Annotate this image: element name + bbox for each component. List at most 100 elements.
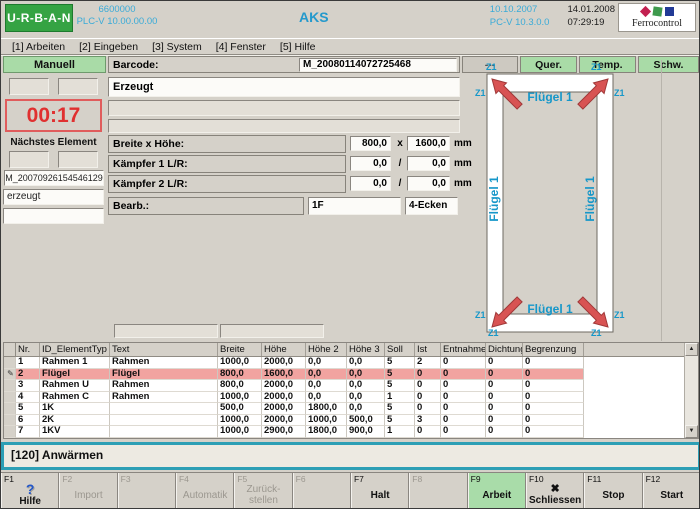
menu-item-2[interactable]: [2] Eingeben [72,41,145,53]
function-key-f7[interactable]: F7Halt [351,473,409,509]
fkey-label: Zurück- stellen [247,484,281,506]
bearbeitung-mode[interactable]: 4-Ecken [405,197,458,215]
blue-square-icon [665,7,674,16]
cell: 0 [486,369,523,381]
column-header: Breite [218,343,262,356]
cell: 0 [441,438,486,440]
cell: 7 [16,426,40,438]
zone-label-top-right: Z1 [591,62,602,72]
info-row-1 [108,100,460,116]
cell: 0,0 [347,369,385,381]
cell: 6 [16,415,40,427]
table-row-2[interactable]: ✎2FlügelFlügel800,01600,00,00,050000 [4,369,698,381]
cell: 0 [523,369,584,381]
mode-button[interactable]: Manuell [3,56,106,73]
cell: 1800,0 [306,403,347,415]
table-scrollbar[interactable]: ▲ ▼ [684,343,698,438]
cell: 0,0 [347,380,385,392]
function-key-f12[interactable]: F12Start [643,473,700,509]
bottom-box-2 [220,324,324,338]
table-row-4[interactable]: 4Rahmen CRahmen1000,02000,00,00,010000 [4,392,698,404]
row-selector [4,357,16,369]
field-value-1[interactable]: 0,0 [350,156,391,171]
cell: 1 [385,426,415,438]
menu-item-4[interactable]: [4] Fenster [209,41,273,53]
function-key-f1[interactable]: F1?Hilfe [1,473,59,509]
cell: 2 [415,357,441,369]
cell: 0 [523,380,584,392]
bearbeitung-type[interactable]: 1F [308,197,401,215]
status-bar: [120] Anwärmen [1,442,700,470]
menu-item-5[interactable]: [5] Hilfe [273,41,323,53]
scroll-down-icon[interactable]: ▼ [685,425,698,438]
cell: 3 [16,380,40,392]
function-key-f11[interactable]: F11Stop [584,473,642,509]
zone-label-bottom-left: Z1 [488,328,499,338]
cell: 0 [486,392,523,404]
fkey-number: F3 [121,474,131,484]
bearbeitung-label: Bearb.: [108,197,304,215]
fkey-number: F8 [412,474,422,484]
field-value-2[interactable]: 1600,0 [407,136,450,151]
cell: 0 [441,357,486,369]
column-header: Höhe 2 [306,343,347,356]
scroll-up-icon[interactable]: ▲ [685,343,698,356]
function-key-f3: F3 [118,473,176,509]
cell [110,415,218,427]
cell: 900,0 [347,426,385,438]
function-key-f4[interactable]: F4Automatik [176,473,234,509]
green-square-icon [652,6,662,16]
detail-row-1: Breite x Höhe:800,0x1600,0mm [108,135,478,153]
fkey-number: F9 [471,474,481,484]
table-row-7[interactable]: 71KV1000,02900,01800,0900,010000 [4,426,698,438]
pc-version: PC-V 10.3.0.0 [490,17,550,28]
sash-label-right: Flügel 1 [583,159,597,239]
sash-label-left: Flügel 1 [487,159,501,239]
menu-item-1[interactable]: [1] Arbeiten [5,41,72,53]
row-selector [4,415,16,427]
cell: 0,0 [306,392,347,404]
table-row-6[interactable]: 62K1000,02000,01000,0500,053000 [4,415,698,427]
fkey-label: Hilfe [19,496,41,507]
machine-number: 6600000 [75,4,159,16]
cell: 0 [523,357,584,369]
barcode-value[interactable]: M_20080114072725468 [299,58,457,72]
table-row-1[interactable]: 1Rahmen 1Rahmen1000,02000,00,00,052000 [4,357,698,369]
cell: 800,0 [306,438,347,440]
cell: 400,0 [347,438,385,440]
function-key-f5[interactable]: F5Zurück- stellen [234,473,292,509]
function-key-f10[interactable]: F10✖Schliessen [526,473,584,509]
fkey-number: F11 [587,474,601,484]
table-row-3[interactable]: 3Rahmen URahmen800,02000,00,00,050000 [4,380,698,392]
cell: Flügel [110,369,218,381]
column-header: Dichtung [486,343,523,356]
help-icon: ? [26,483,35,496]
cell: Rahmen [110,380,218,392]
vendor-name: Ferrocontrol [619,17,695,30]
table-row-5[interactable]: 51K500,02000,01800,00,050000 [4,403,698,415]
column-header: Text [110,343,218,356]
cell: 0 [486,426,523,438]
table-row-8[interactable]: 82KV800,02200,0800,0400,051000 [4,438,698,440]
field-label: Kämpfer 1 L/R: [108,155,346,173]
cell: 2200,0 [262,438,306,440]
cell: 1KV [40,426,110,438]
barcode-label: Barcode: [113,59,159,71]
status-message: [120] Anwärmen [4,445,698,466]
menu-bar: [1] Arbeiten[2] Eingeben[3] System[4] Fe… [1,38,699,55]
next-element-id[interactable]: M_20070926154546129 [4,170,104,186]
cell: 800,0 [218,369,262,381]
field-value-2[interactable]: 0,0 [407,156,450,171]
aks-application-window: U-R-B-A-N 6600000 PLC-V 10.00.00.00 AKS … [0,0,700,509]
function-key-f6: F6 [293,473,351,509]
function-key-f2[interactable]: F2Import [59,473,117,509]
bottom-box-1 [114,324,218,338]
field-value-1[interactable]: 800,0 [350,136,391,151]
field-value-1[interactable]: 0,0 [350,176,391,191]
current-date: 14.01.2008 [567,4,615,15]
app-title: AKS [299,9,329,25]
field-value-2[interactable]: 0,0 [407,176,450,191]
menu-item-3[interactable]: [3] System [145,41,209,53]
field-separator: x [393,136,407,151]
function-key-f9[interactable]: F9Arbeit [468,473,526,509]
